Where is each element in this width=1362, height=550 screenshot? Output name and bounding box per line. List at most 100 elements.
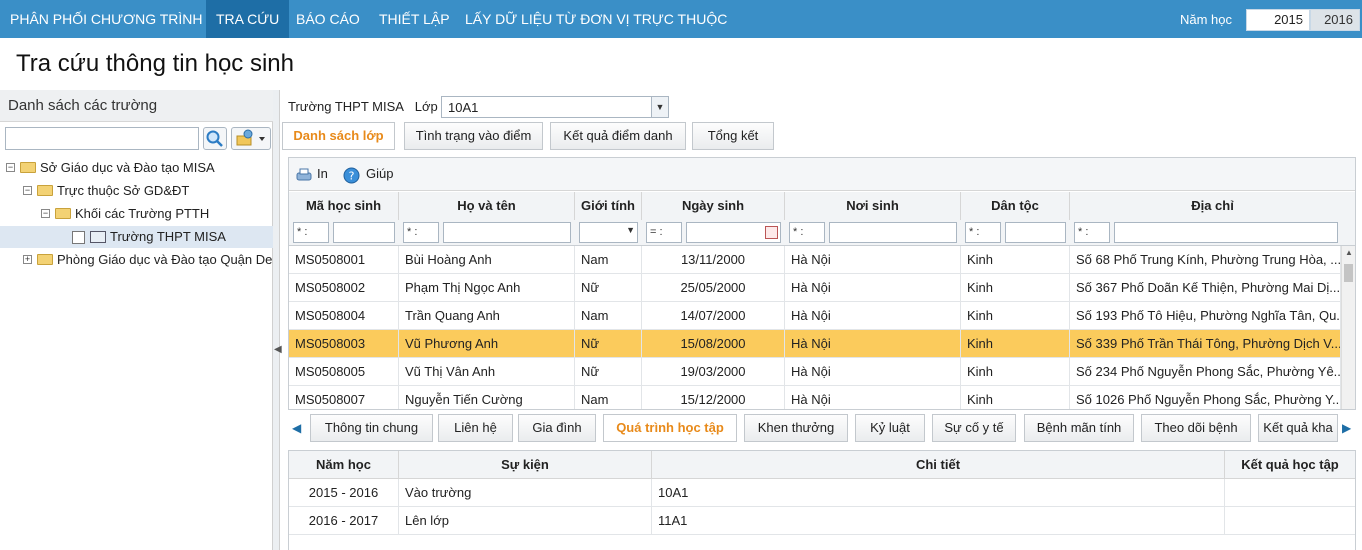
search-icon [206,130,223,147]
filter-gender-select[interactable]: ▼ [579,222,638,243]
tree-options-button[interactable] [231,127,271,150]
table-row[interactable]: 2016 - 2017 Lên lớp 11A1 [289,507,1355,535]
filter-op-full-name[interactable]: * : [403,222,439,243]
col-header-gender[interactable]: Giới tính [575,192,642,220]
col-header-birth-place[interactable]: Nơi sinh [785,192,961,220]
arrow-left-icon[interactable]: ◀ [292,421,301,435]
filter-birth-date-input[interactable] [686,222,781,243]
tree-node-direct-units[interactable]: − Trực thuộc Sở GD&ĐT [0,180,273,202]
nav-item-reports[interactable]: BÁO CÁO [286,0,370,38]
table-row[interactable]: MS0508001 Bùi Hoàng Anh Nam 13/11/2000 Hà Nộ… [289,246,1341,274]
collapse-icon[interactable]: − [41,209,50,218]
filter-full-name-input[interactable] [443,222,571,243]
filter-birth-place-input[interactable] [829,222,957,243]
col-header-ethnicity[interactable]: Dân tộc [961,192,1070,220]
cell-ethnicity: Kinh [961,330,1070,358]
tab-attendance[interactable]: Kết quả điểm danh [550,122,686,150]
nav-item-lookup[interactable]: TRA CỨU [206,0,290,38]
filter-op-address[interactable]: * : [1074,222,1110,243]
col-header-event[interactable]: Sự kiện [399,451,652,479]
collapse-arrow-icon[interactable]: ◀ [274,344,282,355]
cell-school-year: 2016 - 2017 [289,507,399,535]
class-select[interactable]: 10A1 ▼ [441,96,669,118]
school-list-header: Danh sách các trường [0,90,273,122]
cell-full-name: Vũ Thị Vân Anh [399,358,575,386]
detail-tabs-bar: ◀ Thông tin chung Liên hệ Gia đình Quá t… [288,413,1356,445]
col-header-full-name[interactable]: Họ và tên [399,192,575,220]
table-row[interactable]: MS0508004 Trần Quang Anh Nam 14/07/2000 Hà N… [289,302,1341,330]
col-header-student-id[interactable]: Mã học sinh [289,192,399,220]
nav-item-import[interactable]: LẤY DỮ LIỆU TỪ ĐƠN VỊ TRỰC THUỘC [455,0,737,38]
nav-item-distribution[interactable]: PHÂN PHỐI CHƯƠNG TRÌNH [0,0,213,38]
tab-score-status[interactable]: Tình trạng vào điểm [404,122,543,150]
table-row[interactable]: MS0508003 Vũ Phương Anh Nữ 15/08/2000 Hà Nội… [289,330,1341,358]
cell-birth-place: Hà Nội [785,386,961,409]
table-row[interactable]: MS0508002 Phạm Thị Ngọc Anh Nữ 25/05/2000 Hà… [289,274,1341,302]
help-icon[interactable]: ? [343,167,360,187]
grid-scrollbar[interactable]: ▲ [1341,246,1355,409]
folder-icon [37,185,53,196]
tree-node-label: Sở Giáo dục và Đào tạo MISA [40,160,215,175]
tree-node-high-schools[interactable]: − Khối các Trường PTTH [0,203,273,225]
col-header-school-year[interactable]: Năm học [289,451,399,479]
scroll-up-icon[interactable]: ▲ [1345,248,1353,257]
subtab-disease-tracking[interactable]: Theo dõi bệnh [1141,414,1251,442]
col-header-birth-date[interactable]: Ngày sinh [642,192,785,220]
tree-node-department[interactable]: − Sở Giáo dục và Đào tạo MISA [0,157,273,179]
school-search-input[interactable] [5,127,199,150]
tab-summary[interactable]: Tổng kết [692,122,774,150]
tree-node-label: Trường THPT MISA [110,229,226,244]
col-header-address[interactable]: Địa chỉ [1070,192,1355,220]
subtab-discipline[interactable]: Kỷ luật [855,414,925,442]
tree-node-district-office[interactable]: + Phòng Giáo dục và Đào tạo Quận Dem [0,249,273,271]
subtab-study-history[interactable]: Quá trình học tập [603,414,737,442]
print-button[interactable]: In [317,166,328,181]
search-button[interactable] [203,127,227,150]
subtab-medical-incidents[interactable]: Sự cố y tế [932,414,1016,442]
subtab-contact[interactable]: Liên hệ [438,414,513,442]
calendar-icon[interactable] [765,226,778,239]
nav-item-settings[interactable]: THIẾT LẬP [369,0,460,38]
cell-event: Vào trường [399,479,652,507]
subtab-family[interactable]: Gia đình [518,414,596,442]
filter-student-id-input[interactable] [333,222,395,243]
subtab-chronic-diseases[interactable]: Bệnh mãn tính [1024,414,1134,442]
collapse-icon[interactable]: − [6,163,15,172]
cell-gender: Nữ [575,330,642,358]
cell-student-id: MS0508004 [289,302,399,330]
filter-op-birth-date[interactable]: = : [646,222,682,243]
page-title: Tra cứu thông tin học sinh [16,50,294,77]
filter-row: * : * : ▼ = : * : * : * : [289,220,1355,246]
col-header-study-result[interactable]: Kết quả học tập [1225,451,1355,479]
subtab-awards[interactable]: Khen thưởng [744,414,848,442]
arrow-right-icon[interactable]: ▶ [1342,421,1351,435]
cell-full-name: Vũ Phương Anh [399,330,575,358]
filter-op-ethnicity[interactable]: * : [965,222,1001,243]
cell-ethnicity: Kinh [961,274,1070,302]
filter-address-input[interactable] [1114,222,1338,243]
panel-splitter[interactable]: ◀ [273,90,282,550]
student-grid: In ? Giúp Mã học sinh Họ và tên Giới tín… [288,157,1356,410]
subtab-results[interactable]: Kết quả kha [1258,414,1338,442]
scrollbar-thumb[interactable] [1344,264,1353,282]
tab-class-list[interactable]: Danh sách lớp [282,122,395,150]
filter-op-birth-place[interactable]: * : [789,222,825,243]
expand-icon[interactable]: + [23,255,32,264]
table-row[interactable]: MS0508005 Vũ Thị Vân Anh Nữ 19/03/2000 Hà Nộ… [289,358,1341,386]
filter-op-student-id[interactable]: * : [293,222,329,243]
print-icon[interactable] [295,167,313,186]
collapse-icon[interactable]: − [23,186,32,195]
help-button[interactable]: Giúp [366,166,393,181]
table-row[interactable]: 2015 - 2016 Vào trường 10A1 [289,479,1355,507]
col-header-detail[interactable]: Chi tiết [652,451,1225,479]
checkbox[interactable] [72,231,85,244]
cell-birth-date: 15/08/2000 [642,330,785,358]
tree-node-school[interactable]: Trường THPT MISA [0,226,273,248]
cell-ethnicity: Kinh [961,358,1070,386]
subtab-general-info[interactable]: Thông tin chung [310,414,433,442]
filter-ethnicity-input[interactable] [1005,222,1066,243]
chevron-down-icon[interactable]: ▼ [651,97,668,117]
class-value: 10A1 [448,100,479,115]
grid-toolbar: In ? Giúp [289,158,1355,191]
table-row[interactable]: MS0508007 Nguyễn Tiến Cường Nam 15/12/2000 H… [289,386,1341,409]
